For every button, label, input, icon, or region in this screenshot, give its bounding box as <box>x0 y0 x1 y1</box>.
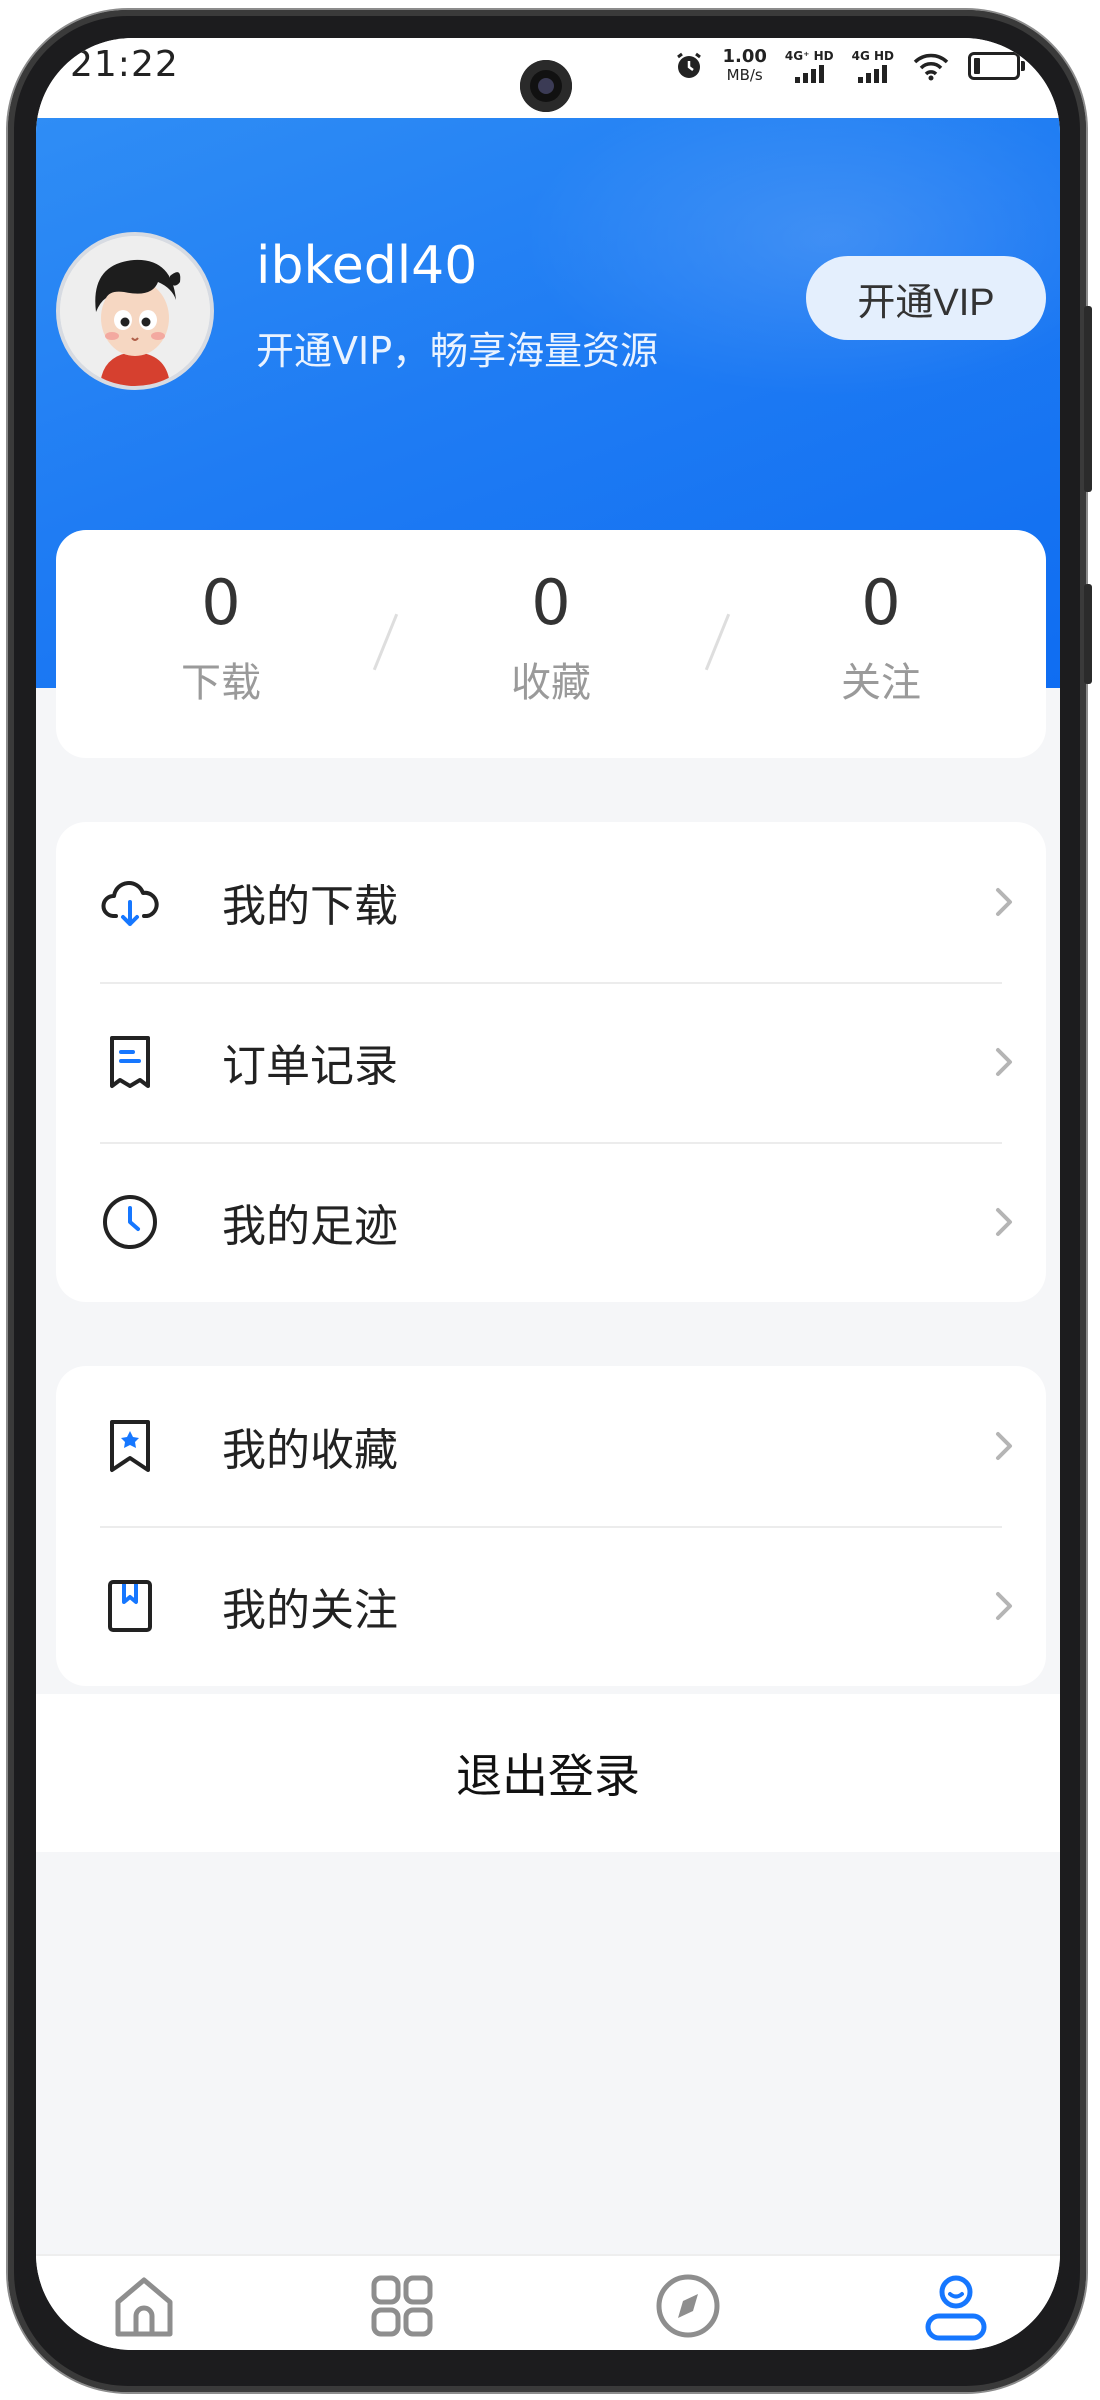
menu-item-my-following[interactable]: 我的关注 <box>56 1526 1046 1686</box>
avatar-image <box>60 236 210 386</box>
stat-label: 关注 <box>841 660 921 706</box>
stat-value: 0 <box>201 566 241 639</box>
battery-icon <box>968 52 1025 80</box>
receipt-icon <box>110 1036 150 1088</box>
menu-item-label: 订单记录 <box>222 1041 398 1092</box>
logout-button[interactable]: 退出登录 <box>36 1694 1060 1852</box>
stat-favorites[interactable]: 0 收藏 <box>386 530 716 758</box>
apps-grid-icon[interactable] <box>362 2266 442 2346</box>
power-button <box>1084 584 1092 684</box>
stat-label: 收藏 <box>511 660 591 706</box>
chevron-right-icon <box>996 1592 1012 1620</box>
alarm-icon <box>677 52 702 78</box>
bottom-tab-bar <box>36 2254 1060 2350</box>
stat-label: 下载 <box>181 660 261 706</box>
chevron-right-icon <box>996 1432 1012 1460</box>
avatar[interactable] <box>56 232 214 390</box>
home-icon[interactable] <box>104 2266 184 2346</box>
menu-card-primary: 我的下载 订单记录 我的足迹 <box>56 822 1046 1302</box>
sim2-label: 4G HD <box>851 49 894 63</box>
stat-value: 0 <box>861 566 901 639</box>
cloud-download-icon <box>101 881 159 926</box>
open-vip-button[interactable]: 开通VIP <box>806 256 1046 340</box>
chevron-right-icon <box>996 1048 1012 1076</box>
menu-item-my-footprints[interactable]: 我的足迹 <box>56 1142 1046 1302</box>
chevron-right-icon <box>996 1208 1012 1236</box>
username: ibkedl40 <box>256 236 478 296</box>
net-speed-value: 1.00 <box>722 46 767 67</box>
menu-item-order-history[interactable]: 订单记录 <box>56 982 1046 1142</box>
stat-value: 0 <box>531 566 571 639</box>
clock-icon <box>103 1195 157 1249</box>
volume-button <box>1084 306 1092 492</box>
status-time: 21:22 <box>70 44 179 85</box>
menu-item-label: 我的关注 <box>222 1585 398 1636</box>
front-camera <box>520 60 572 112</box>
menu-card-secondary: 我的收藏 我的关注 <box>56 1366 1046 1686</box>
bookmark-book-icon <box>108 1580 152 1632</box>
menu-item-label: 我的收藏 <box>222 1425 398 1476</box>
bookmark-star-icon <box>110 1420 150 1472</box>
stat-downloads[interactable]: 0 下载 <box>56 530 386 758</box>
wifi-icon <box>913 53 949 81</box>
menu-item-my-favorites[interactable]: 我的收藏 <box>56 1366 1046 1526</box>
stat-following[interactable]: 0 关注 <box>716 530 1046 758</box>
sim1-label: 4G⁺ HD <box>784 49 834 63</box>
menu-item-label: 我的下载 <box>222 881 398 932</box>
compass-icon[interactable] <box>648 2266 728 2346</box>
menu-item-my-downloads[interactable]: 我的下载 <box>56 822 1046 982</box>
chevron-right-icon <box>996 888 1012 916</box>
stats-card: 0 下载 0 收藏 0 关注 <box>56 530 1046 758</box>
net-speed: 1.00 MB/s <box>722 46 767 85</box>
menu-item-label: 我的足迹 <box>222 1201 398 1252</box>
profile-icon[interactable] <box>916 2266 996 2346</box>
vip-promo-text: 开通VIP，畅享海量资源 <box>256 329 659 373</box>
screen: 21:22 1.00 MB/s 4G⁺ HD 4G HD ibkedl40 开通… <box>36 38 1060 2350</box>
